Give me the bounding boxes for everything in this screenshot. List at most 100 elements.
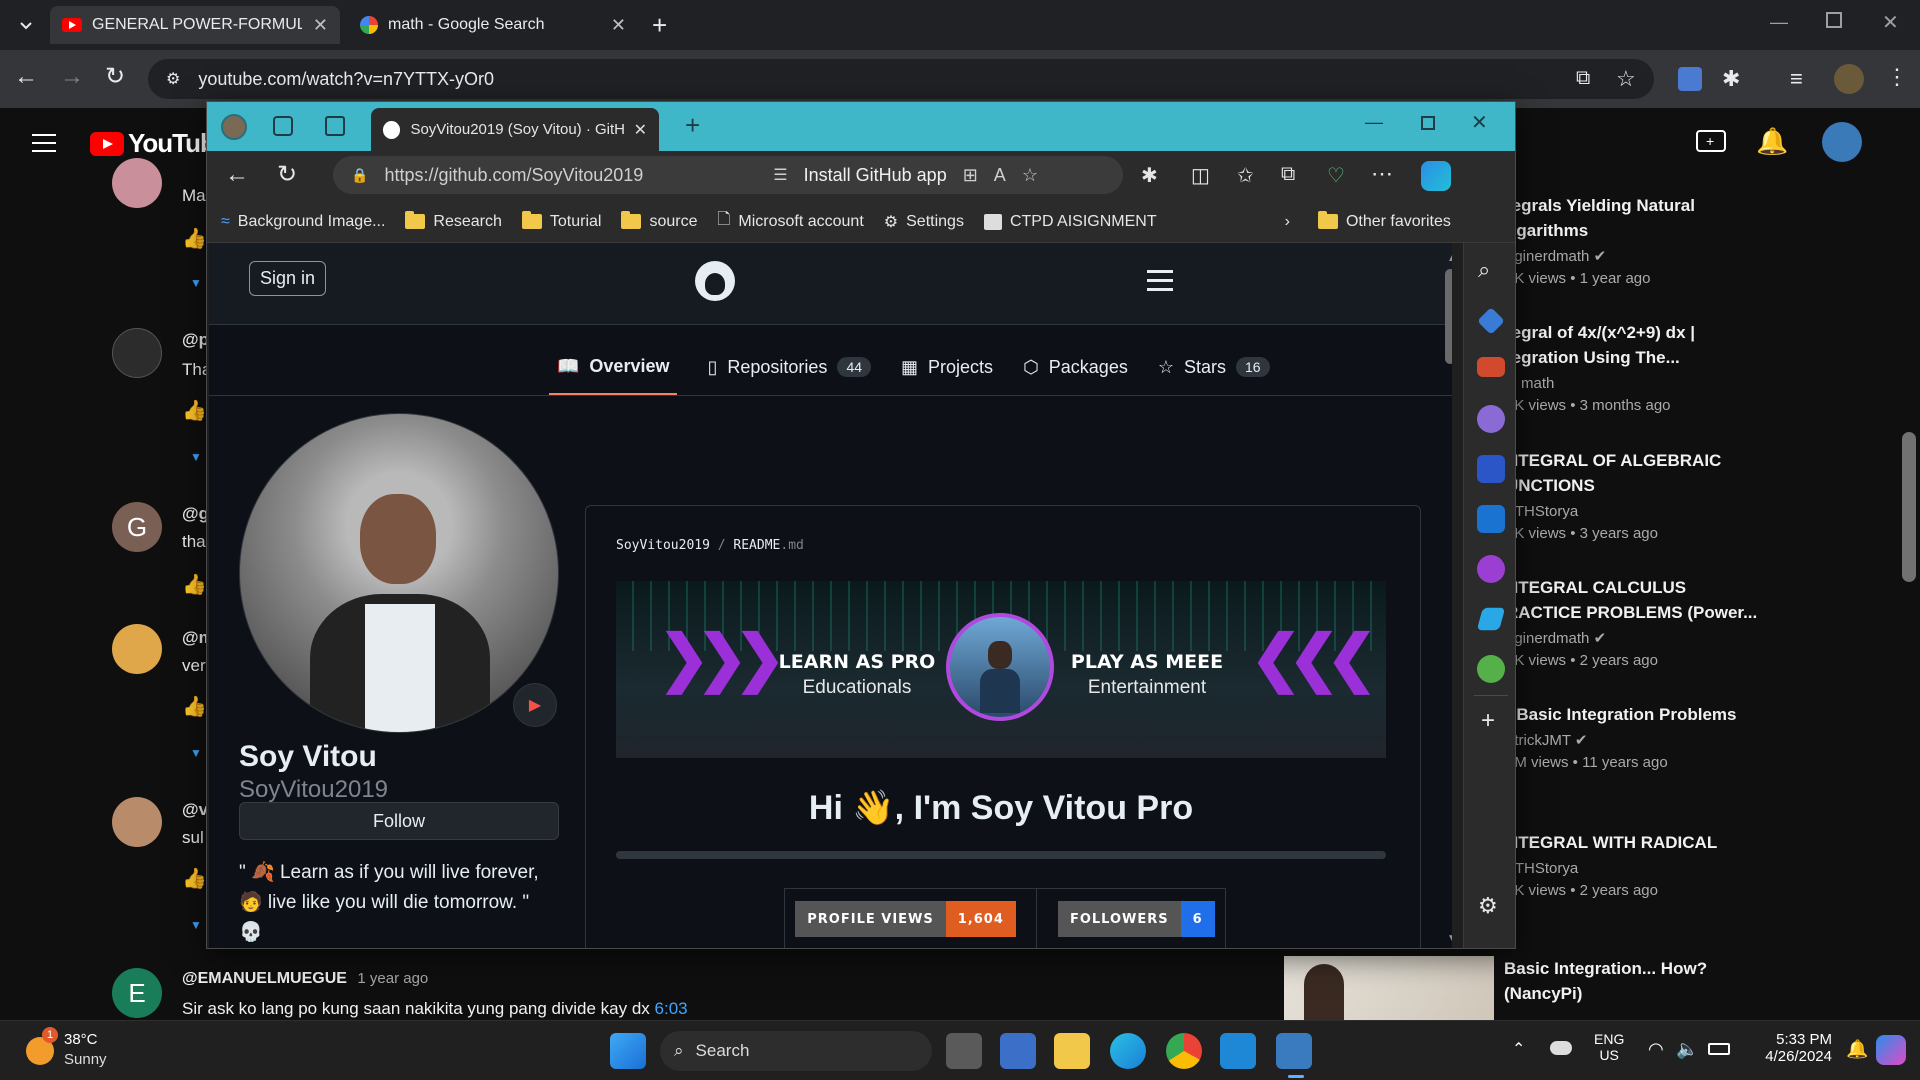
favorite-item[interactable]: CTPD AISIGNMENT <box>983 213 1157 231</box>
like-icon[interactable]: 👍 <box>182 866 207 891</box>
extensions-icon[interactable]: ✱ <box>1722 66 1740 92</box>
recommendation-item[interactable]: NTEGRAL CALCULUS RACTICE PROBLEMS (Power… <box>1506 575 1776 672</box>
comment-avatar[interactable] <box>112 624 162 674</box>
comment-avatar[interactable] <box>112 328 162 378</box>
favorites-icon[interactable]: ✩ <box>1237 163 1254 188</box>
split-screen-icon[interactable]: ◫ <box>1191 163 1210 188</box>
scrollbar-thumb[interactable] <box>1445 269 1452 364</box>
profile-avatar[interactable] <box>239 413 559 733</box>
scroll-up-icon[interactable]: ▲ <box>1447 253 1452 264</box>
back-icon[interactable]: ← <box>225 161 249 189</box>
games-icon[interactable] <box>1477 405 1505 433</box>
youtube-logo-icon[interactable] <box>90 132 124 156</box>
back-icon[interactable]: ← <box>14 63 38 91</box>
like-icon[interactable]: 👍 <box>182 572 207 597</box>
reload-icon[interactable]: ↻ <box>105 62 125 91</box>
chrome-app-icon[interactable] <box>1166 1033 1202 1069</box>
chrome-address-bar[interactable]: ⚙ youtube.com/watch?v=n7YTTX-yOr0 <box>148 59 1654 99</box>
tools-icon[interactable] <box>1477 357 1505 377</box>
recommendation-item[interactable]: tegrals Yielding Natural ogarithms ngine… <box>1506 193 1766 290</box>
close-tab-icon[interactable]: ✕ <box>611 15 626 36</box>
github-logo-icon[interactable] <box>695 261 735 301</box>
volume-icon[interactable]: 🔈 <box>1676 1039 1698 1060</box>
minimize-icon[interactable]: — <box>1770 12 1788 33</box>
refresh-icon[interactable]: ↻ <box>277 160 297 189</box>
favorite-folder[interactable]: source <box>621 211 698 231</box>
add-icon[interactable]: + <box>1481 707 1495 735</box>
chrome-menu-icon[interactable]: ⋮ <box>1886 64 1908 90</box>
profile-avatar[interactable] <box>1834 64 1864 94</box>
comment-handle[interactable]: @g <box>182 504 209 524</box>
replies-chevron-icon[interactable]: ▼ <box>190 276 202 290</box>
onedrive-cloud-icon[interactable] <box>1550 1041 1572 1055</box>
favorite-folder[interactable]: Toturial <box>521 211 601 231</box>
tab-search-icon[interactable] <box>8 7 44 43</box>
chrome-tab-google[interactable]: math - Google Search ✕ <box>348 6 638 44</box>
tab-overview[interactable]: 📖 Overview <box>549 339 678 395</box>
comment-handle[interactable]: @v <box>182 800 208 820</box>
restore-icon[interactable] <box>1826 12 1842 28</box>
search-icon[interactable]: ⌕ <box>1478 257 1490 283</box>
readme-path-user[interactable]: SoyVitou2019 <box>616 538 710 553</box>
close-window-icon[interactable]: ✕ <box>1882 10 1899 35</box>
start-windows-icon[interactable] <box>610 1033 646 1069</box>
recommendation-item[interactable]: tegral of 4x/(x^2+9) dx | tegration Usin… <box>1506 320 1766 417</box>
comment-timestamp-link[interactable]: 6:03 <box>655 999 688 1018</box>
favorite-item[interactable]: ≈ Background Image... <box>221 213 385 231</box>
close-window-icon[interactable]: ✕ <box>1471 110 1488 135</box>
like-icon[interactable]: 👍 <box>182 226 207 251</box>
status-emoji-icon[interactable]: ▶ <box>513 683 557 727</box>
vscode-app-icon[interactable] <box>1220 1033 1256 1069</box>
edge-app-icon[interactable] <box>1110 1033 1146 1069</box>
bookmark-star-icon[interactable]: ☆ <box>1616 66 1636 92</box>
close-tab-icon[interactable]: ✕ <box>634 120 647 140</box>
bing-icon[interactable] <box>1477 455 1505 483</box>
tab-packages[interactable]: ⬡ Packages <box>1023 357 1128 378</box>
taskbar-search[interactable]: ⌕ Search <box>660 1031 932 1071</box>
wifi-icon[interactable]: ◠ <box>1648 1039 1664 1060</box>
install-app-button[interactable]: Install GitHub app <box>804 165 947 186</box>
browser-essentials-icon[interactable]: ♡ <box>1327 163 1345 188</box>
comment-handle[interactable]: @p <box>182 330 209 350</box>
weather-temp[interactable]: 38°C <box>64 1031 98 1048</box>
recommendation-item[interactable]: NTEGRAL WITH RADICAL ATHStorya 0K views … <box>1506 830 1776 902</box>
tab-repositories[interactable]: ▯ Repositories 44 <box>707 357 872 378</box>
page-scrollbar-thumb[interactable] <box>1902 432 1916 582</box>
recommendation-item[interactable]: Basic Integration... How? (NancyPi) <box>1504 956 1764 1006</box>
sign-in-button[interactable]: Sign in <box>249 261 327 296</box>
scroll-down-icon[interactable]: ▼ <box>1447 933 1452 944</box>
recommendation-item[interactable]: - Basic Integration Problems atrickJMT ✔… <box>1506 702 1776 774</box>
edge-address-bar[interactable]: 🔒 https://github.com/SoyVitou2019 ☰ Inst… <box>333 156 1123 194</box>
store-icon[interactable] <box>1000 1033 1036 1069</box>
weather-condition[interactable]: Sunny <box>64 1051 107 1068</box>
vertical-tabs-icon[interactable] <box>325 116 345 136</box>
file-explorer-icon[interactable] <box>1054 1033 1090 1069</box>
comment-avatar[interactable] <box>112 797 162 847</box>
favorite-folder[interactable]: Research <box>405 211 502 231</box>
followers-badge[interactable]: FOLLOWERS 6 <box>1057 901 1215 937</box>
favorite-item[interactable]: 🗋 Microsoft account <box>718 208 864 235</box>
edge-profile-avatar[interactable] <box>221 114 247 140</box>
edge-tab-github[interactable]: SoyVitou2019 (Soy Vitou) · GitHu ✕ <box>371 108 659 151</box>
follow-button[interactable]: Follow <box>239 802 559 840</box>
replies-chevron-icon[interactable]: ▼ <box>190 746 202 760</box>
comment-avatar[interactable]: G <box>112 502 162 552</box>
workspaces-icon[interactable] <box>273 116 293 136</box>
python-app-icon[interactable] <box>1276 1033 1312 1069</box>
account-avatar[interactable] <box>1822 122 1862 162</box>
chrome-tab-youtube[interactable]: GENERAL POWER-FORMULA O ✕ <box>50 6 340 44</box>
like-icon[interactable]: 👍 <box>182 694 207 719</box>
create-video-icon[interactable]: + <box>1696 130 1726 152</box>
designer-icon[interactable] <box>1477 555 1505 583</box>
site-settings-icon[interactable]: ⚙ <box>166 69 180 89</box>
language-indicator[interactable]: ENG US <box>1594 1031 1624 1063</box>
read-aloud-icon[interactable]: A <box>994 165 1006 186</box>
collections-icon[interactable]: ⧉ <box>1281 163 1295 186</box>
forward-icon[interactable]: → <box>60 63 84 91</box>
notification-bell-icon[interactable]: 🔔 <box>1846 1039 1868 1060</box>
extensions-icon[interactable]: ✱ <box>1141 163 1158 188</box>
app-available-icon[interactable]: ⊞ <box>963 165 978 186</box>
readme-path-file[interactable]: README <box>733 538 780 553</box>
copilot-icon[interactable] <box>1421 161 1451 191</box>
translate-icon[interactable] <box>1678 67 1702 91</box>
